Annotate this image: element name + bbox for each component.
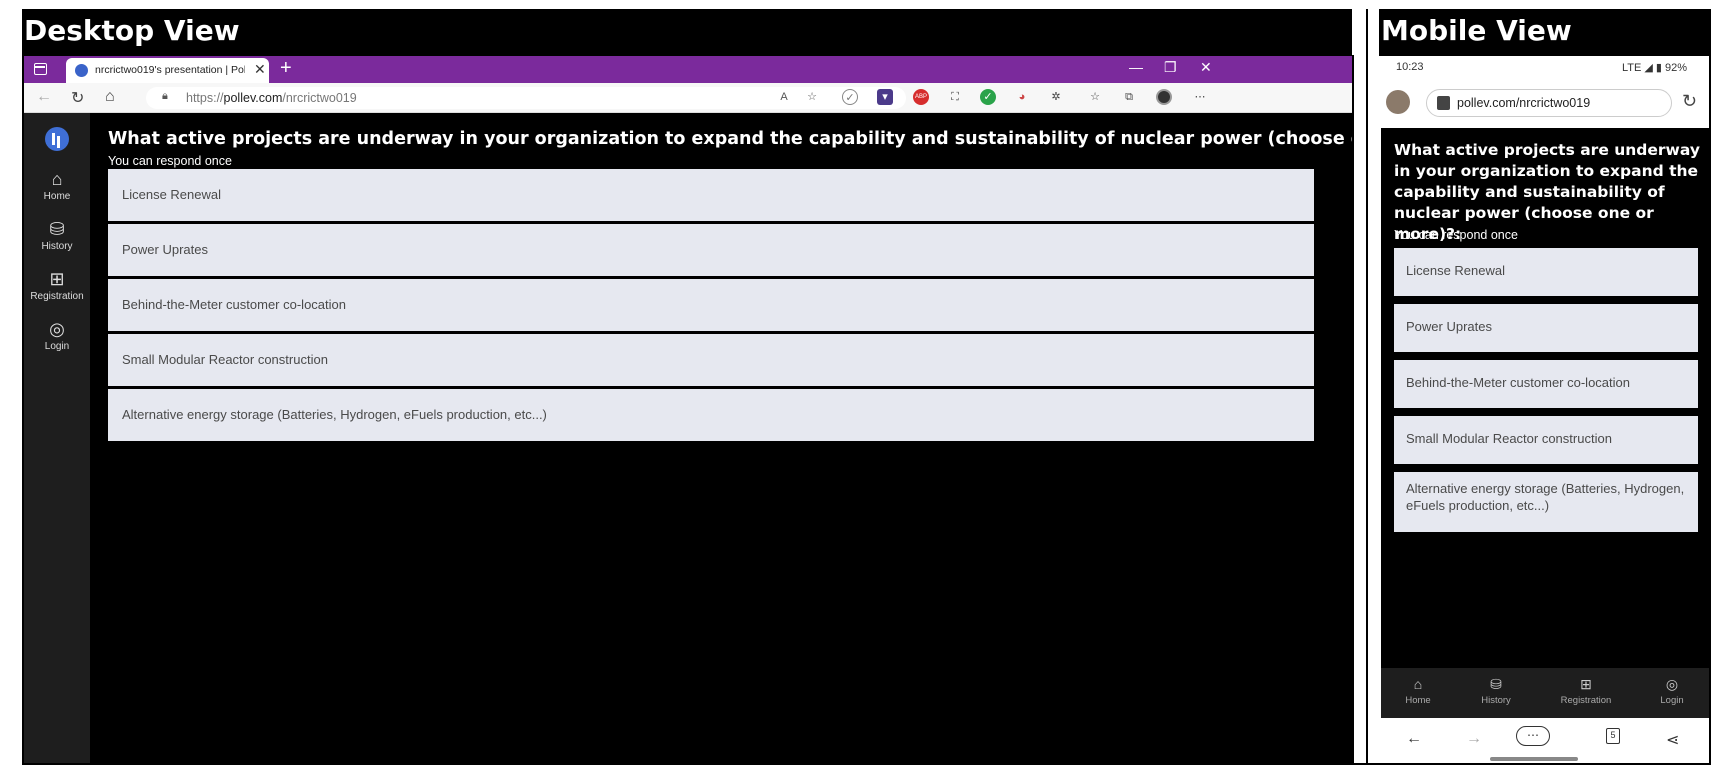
- sidebar-item-login[interactable]: ◎ Login: [24, 319, 90, 352]
- sidebar-label: Home: [43, 191, 71, 202]
- mobile-poll-content: What active projects are underway in you…: [1381, 128, 1709, 668]
- nav-label: History: [1481, 695, 1511, 706]
- home-icon: ⌂: [1413, 676, 1423, 692]
- sidebar-label: History: [41, 241, 73, 252]
- poll-option[interactable]: License Renewal: [1394, 248, 1698, 296]
- sidebar-item-home[interactable]: ⌂ Home: [24, 169, 90, 202]
- mobile-view-label: Mobile View: [1379, 9, 1709, 56]
- close-tab-icon[interactable]: ✕: [254, 61, 266, 78]
- read-aloud-icon[interactable]: A: [776, 89, 792, 105]
- status-bar: 10:23 LTE ◢ ▮ 92%: [1368, 56, 1709, 80]
- browser-tab-bar: nrcrictwo019's presentation | Poll ✕ + —…: [24, 56, 1352, 83]
- refresh-icon[interactable]: ↻: [1682, 91, 1697, 112]
- url-path: /nrcrictwo019: [282, 91, 357, 105]
- forward-icon[interactable]: →: [1466, 730, 1482, 748]
- more-menu-icon[interactable]: ⋯: [1192, 89, 1208, 105]
- nav-item-history[interactable]: ⛁ History: [1461, 676, 1531, 706]
- profile-avatar-icon[interactable]: [1156, 89, 1172, 105]
- url-domain: pollev.com: [223, 91, 283, 105]
- poll-option[interactable]: Behind-the-Meter customer co-location: [108, 279, 1314, 331]
- login-icon: ◎: [1665, 676, 1679, 692]
- tab-switcher-icon[interactable]: 5: [1606, 728, 1620, 744]
- url-prefix: https://: [186, 91, 224, 105]
- poll-subtitle: You can respond once: [108, 154, 232, 168]
- tab-actions-icon[interactable]: [34, 63, 47, 75]
- extension-check-icon[interactable]: ✓: [842, 89, 858, 105]
- history-icon: ⛁: [1490, 676, 1502, 692]
- poll-option[interactable]: Alternative energy storage (Batteries, H…: [1394, 472, 1698, 532]
- screenshot-icon[interactable]: ⛶: [947, 89, 963, 105]
- frame-line: [1352, 55, 1354, 765]
- tab-title: nrcrictwo019's presentation | Poll: [95, 64, 245, 76]
- back-icon[interactable]: ←: [36, 88, 52, 106]
- login-icon: ◎: [49, 319, 65, 339]
- poll-option[interactable]: Alternative energy storage (Batteries, H…: [108, 389, 1314, 441]
- registration-icon: ⊞: [1580, 676, 1592, 692]
- adblock-icon[interactable]: ABP: [913, 89, 929, 105]
- poll-option[interactable]: Power Uprates: [108, 224, 1314, 276]
- mobile-browser: 10:23 LTE ◢ ▮ 92% pollev.com/nrcrictwo01…: [1368, 56, 1709, 763]
- site-info-icon: [1437, 96, 1450, 110]
- frame-line: [22, 763, 1711, 765]
- mobile-address-bar: pollev.com/nrcrictwo019 ↻: [1368, 86, 1709, 126]
- poll-option[interactable]: Power Uprates: [1394, 304, 1698, 352]
- poll-subtitle: You can respond once: [1394, 228, 1518, 242]
- refresh-icon[interactable]: ↻: [71, 88, 84, 108]
- restore-icon[interactable]: ❐: [1164, 59, 1177, 76]
- new-tab-icon[interactable]: +: [280, 57, 292, 80]
- sidebar-label: Registration: [30, 291, 84, 302]
- frame-line: [1709, 9, 1711, 765]
- sidebar-item-registration[interactable]: ⊞ Registration: [24, 269, 90, 302]
- lock-icon: 🔒︎: [162, 90, 168, 102]
- app-sidebar: ⌂ Home ⛁ History ⊞ Registration ◎ Login: [24, 113, 90, 763]
- poll-option[interactable]: Behind-the-Meter customer co-location: [1394, 360, 1698, 408]
- poll-option[interactable]: License Renewal: [108, 169, 1314, 221]
- close-window-icon[interactable]: ✕: [1200, 59, 1212, 76]
- comparison-canvas: Desktop View Mobile View nrcrictwo019's …: [0, 0, 1732, 772]
- address-bar-row: ← ↻ ⌂ 🔒︎ https://pollev.com/nrcrictwo019…: [24, 83, 1352, 113]
- favorite-star-icon[interactable]: ☆: [804, 89, 820, 105]
- sidebar-item-history[interactable]: ⛁ History: [24, 219, 90, 252]
- nav-item-login[interactable]: ◎ Login: [1637, 676, 1707, 706]
- favorites-icon[interactable]: ☆: [1087, 89, 1103, 105]
- status-right: LTE ◢ ▮ 92%: [1621, 62, 1687, 74]
- home-icon: ⌂: [51, 169, 63, 189]
- desktop-browser-window: nrcrictwo019's presentation | Poll ✕ + —…: [24, 56, 1352, 763]
- mobile-url-text: pollev.com/nrcrictwo019: [1457, 96, 1591, 110]
- nav-label: Login: [1660, 695, 1684, 706]
- home-icon[interactable]: ⌂: [105, 88, 115, 106]
- nav-item-home[interactable]: ⌂ Home: [1383, 676, 1453, 706]
- history-icon: ⛁: [49, 219, 65, 239]
- share-icon[interactable]: ⋖: [1666, 730, 1679, 750]
- mobile-bottom-nav: ⌂ Home ⛁ History ⊞ Registration ◎ Login: [1381, 668, 1709, 718]
- more-menu-icon[interactable]: ⋯: [1516, 726, 1550, 746]
- extension-green-check-icon[interactable]: ✓: [980, 89, 996, 105]
- sidebar-label: Login: [44, 341, 70, 352]
- desktop-view-label: Desktop View: [22, 9, 1352, 56]
- gesture-bar: [1490, 757, 1578, 761]
- extension-colorful-icon[interactable]: ◕: [1014, 89, 1030, 105]
- pollev-favicon-icon: [75, 64, 88, 77]
- minimize-icon[interactable]: —: [1129, 59, 1143, 75]
- poll-option[interactable]: Small Modular Reactor construction: [1394, 416, 1698, 464]
- url-text: https://pollev.com/nrcrictwo019: [186, 91, 357, 105]
- nav-label: Home: [1405, 695, 1431, 706]
- back-icon[interactable]: ←: [1406, 730, 1422, 748]
- pollev-logo-icon[interactable]: [45, 127, 69, 151]
- poll-content: What active projects are underway in you…: [90, 113, 1352, 763]
- url-field[interactable]: 🔒︎ https://pollev.com/nrcrictwo019: [146, 87, 906, 109]
- extensions-puzzle-icon[interactable]: ✲: [1048, 89, 1064, 105]
- registration-icon: ⊞: [49, 269, 65, 289]
- mobile-url-field[interactable]: pollev.com/nrcrictwo019: [1426, 89, 1672, 117]
- poll-option[interactable]: Small Modular Reactor construction: [108, 334, 1314, 386]
- nav-label: Registration: [1560, 695, 1612, 706]
- avatar[interactable]: [1386, 90, 1410, 114]
- poll-question: What active projects are underway in you…: [108, 129, 1352, 149]
- mobile-browser-toolbar: ← → ⋯ 5 ⋖: [1368, 718, 1709, 763]
- status-time: 10:23: [1396, 61, 1424, 73]
- nav-item-registration[interactable]: ⊞ Registration: [1551, 676, 1621, 706]
- extension-purple-icon[interactable]: ▾: [877, 89, 893, 105]
- collections-icon[interactable]: ⧉: [1121, 89, 1137, 105]
- browser-tab-active[interactable]: nrcrictwo019's presentation | Poll ✕: [66, 58, 269, 83]
